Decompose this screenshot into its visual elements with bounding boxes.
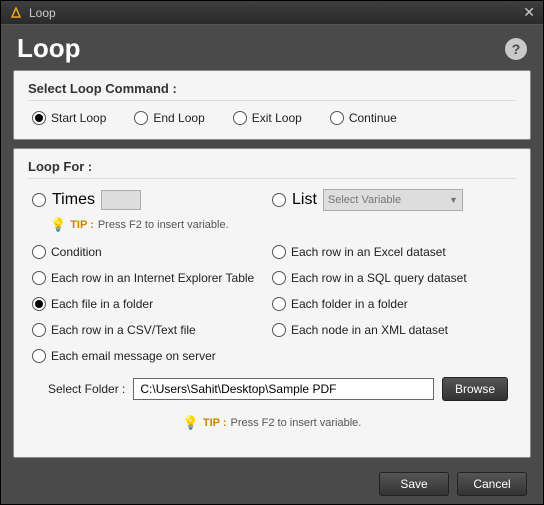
radio-label: Start Loop	[51, 111, 106, 125]
times-input[interactable]	[101, 190, 141, 210]
radio-icon	[134, 111, 148, 125]
radio-icon	[32, 271, 46, 285]
tip-row-bottom: 💡 TIP : Press F2 to insert variable.	[28, 407, 516, 431]
radio-label: Each file in a folder	[51, 297, 153, 311]
help-button[interactable]: ?	[505, 38, 527, 60]
tip-text: Press F2 to insert variable.	[230, 417, 361, 429]
loop-for-panel: Loop For : Times List Select Variable ▼ …	[13, 148, 531, 458]
radio-label: List	[292, 191, 317, 209]
browse-button[interactable]: Browse	[442, 377, 508, 401]
radio-sql[interactable]: Each row in a SQL query dataset	[272, 271, 512, 285]
radio-icon	[233, 111, 247, 125]
radio-excel[interactable]: Each row in an Excel dataset	[272, 245, 512, 259]
tip-label: TIP :	[203, 417, 227, 429]
radio-continue[interactable]: Continue	[330, 111, 397, 125]
dialog-footer: Save Cancel	[13, 466, 531, 496]
close-icon[interactable]: ✕	[523, 4, 535, 21]
radio-label: Each folder in a folder	[291, 297, 408, 311]
radio-end-loop[interactable]: End Loop	[134, 111, 204, 125]
radio-list[interactable]: List Select Variable ▼	[272, 189, 512, 211]
radio-icon	[32, 349, 46, 363]
radio-condition[interactable]: Condition	[32, 245, 272, 259]
dialog-content: Loop ? Select Loop Command : Start Loop …	[1, 25, 543, 504]
titlebar: Loop ✕	[1, 1, 543, 25]
select-command-title: Select Loop Command :	[28, 81, 516, 101]
chevron-down-icon: ▼	[449, 195, 458, 205]
lightbulb-icon: 💡	[50, 217, 66, 233]
radio-each-folder[interactable]: Each folder in a folder	[272, 297, 512, 311]
radio-icon	[32, 323, 46, 337]
radio-icon	[32, 111, 46, 125]
radio-times[interactable]: Times	[32, 189, 272, 211]
radio-label: End Loop	[153, 111, 204, 125]
page-title: Loop	[17, 33, 81, 64]
radio-label: Each email message on server	[51, 349, 216, 363]
loop-for-title: Loop For :	[28, 159, 516, 179]
radio-icon	[32, 297, 46, 311]
radio-ie-table[interactable]: Each row in an Internet Explorer Table	[32, 271, 272, 285]
radio-csv[interactable]: Each row in a CSV/Text file	[32, 323, 272, 337]
header: Loop ?	[13, 33, 531, 70]
cancel-button[interactable]: Cancel	[457, 472, 527, 496]
select-placeholder: Select Variable	[328, 194, 401, 206]
select-folder-row: Select Folder : Browse	[28, 363, 516, 407]
radio-icon	[32, 193, 46, 207]
radio-icon	[272, 297, 286, 311]
radio-label: Each node in an XML dataset	[291, 323, 448, 337]
radio-label: Times	[52, 191, 95, 209]
radio-icon	[32, 245, 46, 259]
radio-icon	[272, 245, 286, 259]
tip-label: TIP :	[70, 219, 94, 231]
radio-label: Exit Loop	[252, 111, 302, 125]
radio-label: Each row in a SQL query dataset	[291, 271, 467, 285]
save-button[interactable]: Save	[379, 472, 449, 496]
radio-start-loop[interactable]: Start Loop	[32, 111, 106, 125]
radio-each-file-folder[interactable]: Each file in a folder	[32, 297, 272, 311]
tip-row: 💡 TIP : Press F2 to insert variable.	[32, 217, 512, 233]
radio-icon	[272, 193, 286, 207]
radio-icon	[272, 323, 286, 337]
lightbulb-icon: 💡	[183, 415, 199, 431]
radio-icon	[272, 271, 286, 285]
select-command-panel: Select Loop Command : Start Loop End Loo…	[13, 70, 531, 140]
app-logo-icon	[9, 6, 23, 20]
radio-exit-loop[interactable]: Exit Loop	[233, 111, 302, 125]
radio-icon	[330, 111, 344, 125]
radio-label: Continue	[349, 111, 397, 125]
radio-label: Each row in an Internet Explorer Table	[51, 271, 254, 285]
radio-label: Each row in an Excel dataset	[291, 245, 446, 259]
folder-path-input[interactable]	[133, 378, 434, 400]
radio-email[interactable]: Each email message on server	[32, 349, 272, 363]
radio-label: Condition	[51, 245, 102, 259]
radio-label: Each row in a CSV/Text file	[51, 323, 196, 337]
list-variable-select[interactable]: Select Variable ▼	[323, 189, 463, 211]
select-folder-label: Select Folder :	[48, 382, 125, 396]
window-title: Loop	[29, 6, 56, 20]
radio-xml[interactable]: Each node in an XML dataset	[272, 323, 512, 337]
tip-text: Press F2 to insert variable.	[98, 219, 229, 231]
